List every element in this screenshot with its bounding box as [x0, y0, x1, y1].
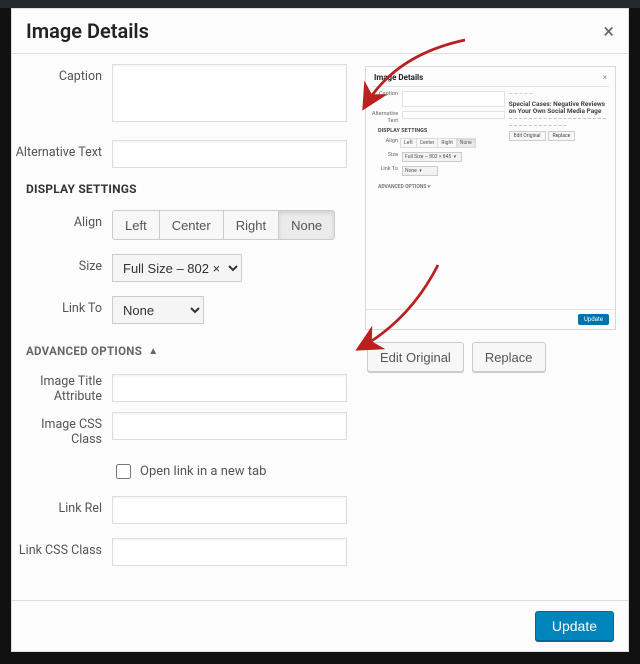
modal-footer: Update [12, 600, 628, 651]
link-rel-label: Link Rel [12, 496, 112, 516]
modal-body: Caption Alternative Text DISPLAY SETTING… [12, 54, 628, 600]
css-class-input[interactable] [112, 412, 347, 440]
preview-content: Image Details × Caption Alternative Text… [366, 67, 615, 309]
open-new-tab-checkbox[interactable] [116, 464, 131, 479]
linkto-label: Link To [12, 296, 112, 316]
caption-label: Caption [12, 64, 112, 84]
advanced-options-toggle[interactable]: ADVANCED OPTIONS ▲ [26, 344, 347, 358]
open-new-tab-row[interactable]: Open link in a new tab [112, 461, 347, 482]
align-label: Align [12, 210, 112, 230]
align-center-button[interactable]: Center [159, 210, 224, 240]
preview-column: Image Details × Caption Alternative Text… [357, 54, 628, 600]
edit-original-button[interactable]: Edit Original [367, 342, 464, 372]
mini-update-button: Update [578, 314, 609, 325]
caption-input[interactable] [112, 64, 347, 122]
replace-button[interactable]: Replace [472, 342, 546, 372]
align-left-button[interactable]: Left [112, 210, 160, 240]
alt-text-label: Alternative Text [12, 140, 112, 160]
alt-text-input[interactable] [112, 140, 347, 168]
title-attr-input[interactable] [112, 374, 347, 402]
advanced-options-label: ADVANCED OPTIONS [26, 344, 142, 358]
chevron-up-icon: ▲ [148, 346, 158, 357]
mini-close-icon: × [603, 73, 607, 82]
modal-title: Image Details [26, 19, 149, 43]
image-details-modal: Image Details × Caption Alternative Text… [11, 8, 629, 652]
align-none-button[interactable]: None [278, 210, 335, 240]
align-right-button[interactable]: Right [223, 210, 279, 240]
align-button-group: Left Center Right None [112, 210, 347, 240]
open-new-tab-label: Open link in a new tab [140, 464, 266, 479]
update-button[interactable]: Update [535, 611, 614, 641]
settings-column: Caption Alternative Text DISPLAY SETTING… [12, 54, 357, 600]
close-icon[interactable]: × [603, 21, 614, 41]
link-css-input[interactable] [112, 538, 347, 566]
size-label: Size [12, 254, 112, 274]
image-preview: Image Details × Caption Alternative Text… [365, 66, 616, 330]
mini-title: Image Details [374, 73, 423, 82]
link-rel-input[interactable] [112, 496, 347, 524]
size-select[interactable]: Full Size – 802 × 845 [112, 254, 242, 282]
link-css-label: Link CSS Class [12, 538, 112, 558]
modal-header: Image Details × [12, 9, 628, 54]
linkto-select[interactable]: None [112, 296, 204, 324]
css-class-label: Image CSS Class [12, 412, 112, 447]
mini-article-title: Special Cases: Negative Reviews on Your … [509, 101, 609, 116]
title-attr-label: Image Title Attribute [12, 374, 112, 404]
display-settings-heading: DISPLAY SETTINGS [26, 182, 347, 196]
